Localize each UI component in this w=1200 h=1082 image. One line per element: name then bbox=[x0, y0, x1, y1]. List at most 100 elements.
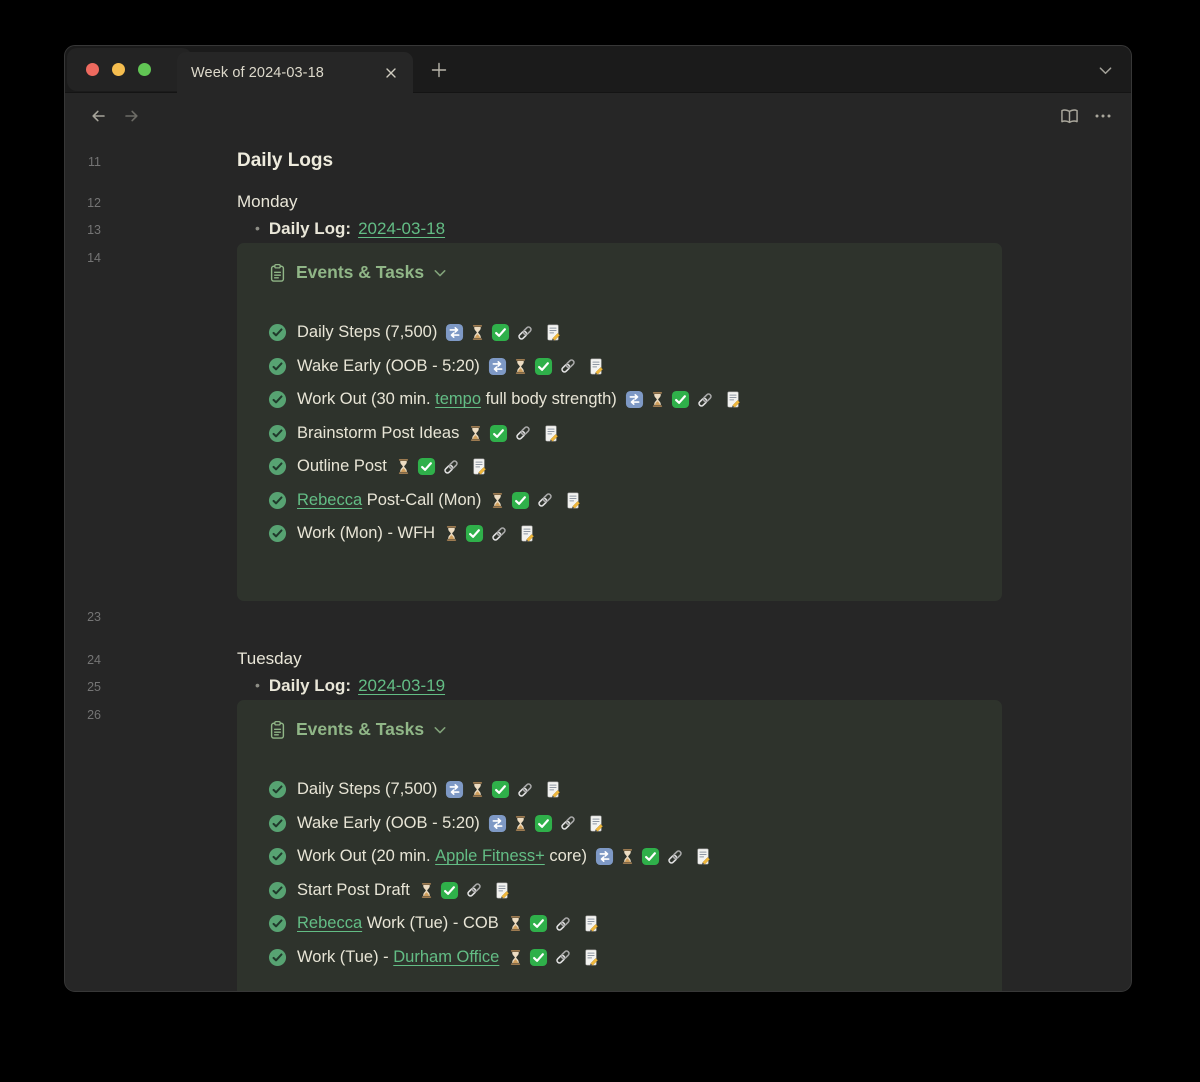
close-window-button[interactable] bbox=[86, 63, 99, 76]
task-done-circle-check-icon[interactable] bbox=[268, 814, 287, 833]
tab-close-icon[interactable] bbox=[379, 61, 403, 85]
task-row[interactable]: Work (Mon) - WFH bbox=[268, 517, 978, 551]
collapse-chevron-down-icon[interactable] bbox=[433, 267, 447, 279]
events-tasks-embed-monday: Events & Tasks Daily Steps (7,500) Wake … bbox=[237, 243, 1002, 601]
task-done-circle-check-icon[interactable] bbox=[268, 424, 287, 443]
check-icon bbox=[465, 524, 484, 543]
task-done-circle-check-icon[interactable] bbox=[268, 357, 287, 376]
line-number: 24 bbox=[65, 651, 101, 669]
task-text: Work Out (30 min. bbox=[297, 390, 435, 409]
hourglass-icon bbox=[469, 780, 486, 799]
check-icon bbox=[491, 780, 510, 799]
memo-icon bbox=[470, 457, 488, 476]
task-inline-link[interactable]: Rebecca bbox=[297, 491, 362, 510]
task-done-circle-check-icon[interactable] bbox=[268, 491, 287, 510]
check-icon bbox=[417, 457, 436, 476]
task-emoji-icons bbox=[488, 813, 605, 833]
task-emoji-icons bbox=[507, 914, 600, 934]
task-row[interactable]: Brainstorm Post Ideas bbox=[268, 417, 978, 451]
link-icon bbox=[515, 323, 535, 343]
day-heading-monday: Monday bbox=[237, 192, 297, 212]
task-text: Post-Call (Mon) bbox=[362, 491, 481, 510]
hourglass-icon bbox=[395, 457, 412, 476]
hourglass-icon bbox=[507, 948, 524, 967]
link-icon bbox=[558, 813, 578, 833]
memo-icon bbox=[582, 914, 600, 933]
clipboard-icon bbox=[268, 720, 287, 740]
link-icon bbox=[464, 880, 484, 900]
repeat-icon bbox=[488, 814, 507, 833]
task-done-circle-check-icon[interactable] bbox=[268, 948, 287, 967]
task-row[interactable]: Outline Post bbox=[268, 450, 978, 484]
link-icon bbox=[513, 423, 533, 443]
task-done-circle-check-icon[interactable] bbox=[268, 780, 287, 799]
navigate-forward-icon[interactable] bbox=[121, 105, 143, 127]
repeat-icon bbox=[625, 390, 644, 409]
line-number: 13 bbox=[65, 221, 101, 239]
more-options-ellipsis-icon[interactable] bbox=[1091, 104, 1115, 128]
task-row[interactable]: Daily Steps (7,500) bbox=[268, 316, 978, 350]
check-icon bbox=[511, 491, 530, 510]
task-row[interactable]: Work Out (20 min. Apple Fitness+ core) bbox=[268, 840, 978, 874]
check-icon bbox=[534, 814, 553, 833]
editor-scroller[interactable]: 11 12 13 14 23 24 25 26 Daily Logs Monda… bbox=[65, 139, 1131, 992]
link-icon bbox=[553, 947, 573, 967]
task-row[interactable]: Rebecca Work (Tue) - COB bbox=[268, 907, 978, 941]
memo-icon bbox=[493, 881, 511, 900]
memo-icon bbox=[587, 357, 605, 376]
hourglass-icon bbox=[489, 491, 506, 510]
task-done-circle-check-icon[interactable] bbox=[268, 914, 287, 933]
line-number: 26 bbox=[65, 706, 101, 724]
task-row[interactable]: Start Post Draft bbox=[268, 874, 978, 908]
daily-log-line-monday: •Daily Log:2024-03-18 bbox=[255, 219, 445, 239]
collapse-chevron-down-icon[interactable] bbox=[433, 724, 447, 736]
task-done-circle-check-icon[interactable] bbox=[268, 323, 287, 342]
check-icon bbox=[440, 881, 459, 900]
task-text: Daily Steps (7,500) bbox=[297, 323, 437, 342]
task-row[interactable]: Wake Early (OOB - 5:20) bbox=[268, 807, 978, 841]
new-tab-plus-icon[interactable] bbox=[425, 56, 453, 84]
repeat-icon bbox=[445, 780, 464, 799]
task-row[interactable]: Wake Early (OOB - 5:20) bbox=[268, 350, 978, 384]
memo-icon bbox=[542, 424, 560, 443]
list-bullet: • bbox=[255, 220, 260, 236]
check-icon bbox=[534, 357, 553, 376]
task-row[interactable]: Daily Steps (7,500) bbox=[268, 773, 978, 807]
task-row[interactable]: Work Out (30 min. tempo full body streng… bbox=[268, 383, 978, 417]
zoom-window-button[interactable] bbox=[138, 63, 151, 76]
tab-list-chevron-down-icon[interactable] bbox=[1095, 61, 1115, 79]
task-text: Outline Post bbox=[297, 457, 387, 476]
tab-week-of-2024-03-18[interactable]: Week of 2024-03-18 bbox=[177, 52, 413, 94]
task-done-circle-check-icon[interactable] bbox=[268, 524, 287, 543]
task-done-circle-check-icon[interactable] bbox=[268, 457, 287, 476]
task-inline-link[interactable]: Rebecca bbox=[297, 914, 362, 933]
hourglass-icon bbox=[443, 524, 460, 543]
link-icon bbox=[489, 524, 509, 544]
hourglass-icon bbox=[649, 390, 666, 409]
link-icon bbox=[535, 490, 555, 510]
task-inline-link[interactable]: Apple Fitness+ bbox=[435, 847, 545, 866]
navigate-back-icon[interactable] bbox=[87, 105, 109, 127]
task-emoji-icons bbox=[443, 524, 536, 544]
task-done-circle-check-icon[interactable] bbox=[268, 390, 287, 409]
task-inline-link[interactable]: Durham Office bbox=[393, 948, 499, 967]
task-emoji-icons bbox=[488, 356, 605, 376]
daily-log-label: Daily Log: bbox=[269, 676, 351, 696]
reading-mode-book-icon[interactable] bbox=[1057, 104, 1081, 128]
daily-log-date-link[interactable]: 2024-03-18 bbox=[358, 219, 445, 239]
task-done-circle-check-icon[interactable] bbox=[268, 847, 287, 866]
embed-header[interactable]: Events & Tasks bbox=[268, 713, 978, 746]
task-done-circle-check-icon[interactable] bbox=[268, 881, 287, 900]
task-inline-link[interactable]: tempo bbox=[435, 390, 481, 409]
minimize-window-button[interactable] bbox=[112, 63, 125, 76]
task-list: Daily Steps (7,500) Wake Early (OOB - 5:… bbox=[268, 316, 978, 551]
memo-icon bbox=[518, 524, 536, 543]
daily-log-date-link[interactable]: 2024-03-19 bbox=[358, 676, 445, 696]
link-icon bbox=[441, 457, 461, 477]
embed-header[interactable]: Events & Tasks bbox=[268, 256, 978, 289]
task-row[interactable]: Rebecca Post-Call (Mon) bbox=[268, 484, 978, 518]
hourglass-icon bbox=[467, 424, 484, 443]
task-row[interactable]: Work (Tue) - Durham Office bbox=[268, 941, 978, 975]
tab-title: Week of 2024-03-18 bbox=[191, 65, 379, 81]
task-text: Daily Steps (7,500) bbox=[297, 780, 437, 799]
